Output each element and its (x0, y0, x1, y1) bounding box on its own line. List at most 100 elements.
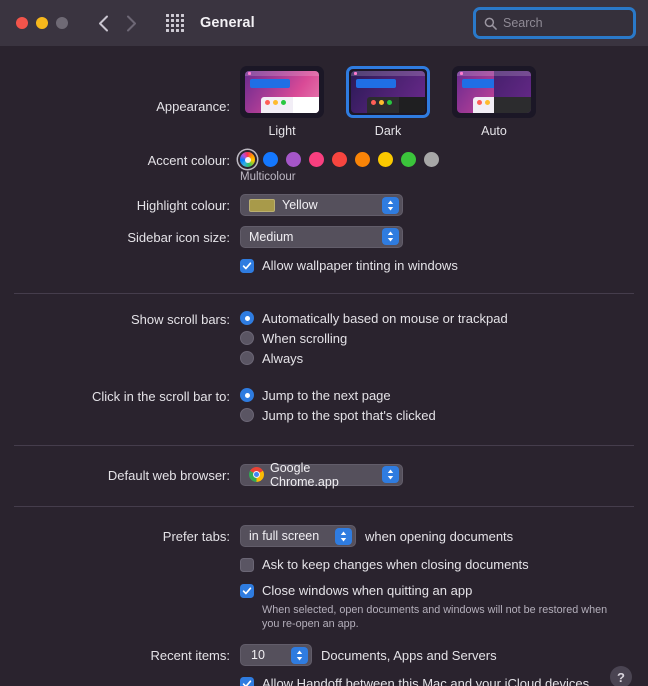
divider (14, 506, 634, 507)
highlight-colour-label: Highlight colour: (136, 198, 230, 213)
ask-keep-changes-label: Ask to keep changes when closing documen… (262, 557, 529, 572)
highlight-colour-select[interactable]: Yellow (240, 194, 403, 216)
wallpaper-tinting-checkbox[interactable] (240, 258, 254, 273)
sidebar-icon-size-select[interactable]: Medium (240, 225, 403, 248)
handoff-row: Allow Handoff between this Mac and your … (0, 666, 648, 686)
close-button[interactable] (16, 17, 28, 29)
appearance-option-auto[interactable]: Auto (452, 66, 536, 138)
sidebar-icon-size-value: Medium (249, 229, 294, 244)
close-windows-checkbox[interactable] (240, 584, 254, 598)
divider (14, 292, 634, 294)
handoff-checkbox[interactable] (240, 677, 254, 686)
radio-jump-next-page[interactable] (240, 388, 254, 402)
chevron-updown-icon[interactable] (382, 228, 399, 245)
divider (14, 444, 634, 446)
sidebar-icon-size-row: Sidebar icon size: Medium (0, 225, 648, 248)
accent-swatch-graphite[interactable] (424, 152, 439, 167)
accent-swatches (240, 152, 648, 167)
highlight-colour-value: Yellow (282, 198, 318, 212)
accent-swatch-pink[interactable] (309, 152, 324, 167)
chevron-updown-icon[interactable] (382, 466, 399, 483)
recent-items-label: Recent items: (150, 648, 230, 663)
radio-jump-spot-clicked[interactable] (240, 408, 254, 422)
handoff-label: Allow Handoff between this Mac and your … (262, 676, 590, 686)
navigation-buttons (92, 12, 142, 34)
page-title: General (200, 15, 255, 31)
recent-items-stepper[interactable]: 10 (240, 644, 312, 666)
scroll-bar-click-row: Click in the scroll bar to: Jump to the … (0, 388, 648, 428)
scroll-bars-option-automatic[interactable]: Automatically based on mouse or trackpad (240, 311, 648, 326)
zoom-button (56, 17, 68, 29)
default-browser-value: Google Chrome.app (270, 460, 339, 489)
help-button[interactable]: ? (610, 666, 632, 686)
appearance-thumb-light[interactable] (240, 66, 324, 118)
appearance-option-light[interactable]: Light (240, 66, 324, 138)
ask-keep-changes-row: Ask to keep changes when closing documen… (0, 547, 648, 573)
show-all-grid-icon[interactable] (166, 14, 184, 32)
traffic-light-controls (16, 17, 68, 29)
prefer-tabs-label: Prefer tabs: (162, 529, 230, 544)
prefer-tabs-select[interactable]: in full screen (240, 525, 356, 547)
appearance-caption-auto: Auto (481, 124, 507, 138)
accent-swatch-yellow[interactable] (378, 152, 393, 167)
ask-keep-changes-checkbox-row[interactable]: Ask to keep changes when closing documen… (240, 557, 648, 573)
appearance-caption-dark: Dark (374, 124, 402, 138)
accent-colour-row: Accent colour: Multicolour (0, 152, 648, 183)
scroll-click-label-spot-clicked: Jump to the spot that's clicked (262, 407, 436, 423)
close-windows-label: Close windows when quitting an app (262, 583, 473, 598)
accent-swatch-blue[interactable] (263, 152, 278, 167)
appearance-thumb-auto[interactable] (452, 66, 536, 118)
scroll-click-option-spot-clicked[interactable]: Jump to the spot that's clicked (240, 408, 648, 423)
scroll-bars-option-when-scrolling[interactable]: When scrolling (240, 331, 648, 346)
default-browser-select[interactable]: Google Chrome.app (240, 460, 403, 489)
accent-swatch-green[interactable] (401, 152, 416, 167)
wallpaper-tinting-checkbox-row[interactable]: Allow wallpaper tinting in windows (240, 258, 648, 274)
search-field[interactable] (473, 7, 648, 39)
chrome-icon (249, 467, 264, 482)
window-titlebar: General (0, 0, 648, 46)
show-scroll-bars-label: Show scroll bars: (131, 311, 230, 327)
scroll-bar-click-label: Click in the scroll bar to: (92, 388, 230, 404)
scroll-click-label-next-page: Jump to the next page (262, 387, 391, 403)
handoff-checkbox-row[interactable]: Allow Handoff between this Mac and your … (240, 676, 648, 686)
search-input[interactable] (503, 16, 648, 30)
wallpaper-tinting-row: Allow wallpaper tinting in windows (0, 248, 648, 274)
prefer-tabs-suffix: when opening documents (365, 528, 514, 544)
highlight-colour-row: Highlight colour: Yellow (0, 194, 648, 217)
stepper-updown-icon[interactable] (291, 646, 308, 664)
recent-items-value: 10 (251, 648, 265, 662)
chevron-updown-icon[interactable] (335, 527, 352, 545)
prefer-tabs-row: Prefer tabs: in full screen when opening… (0, 525, 648, 547)
accent-colour-label: Accent colour: (147, 153, 230, 168)
recent-items-row: Recent items: 10 Documents, Apps and Ser… (0, 644, 648, 666)
appearance-options: Light Dark Auto (240, 66, 648, 138)
close-windows-checkbox-row[interactable]: Close windows when quitting an app (240, 583, 648, 599)
radio-automatic[interactable] (240, 311, 254, 325)
preferences-content: Appearance: Light Dark Auto Accent colou… (0, 66, 648, 686)
forward-chevron-icon (120, 12, 142, 34)
appearance-option-dark[interactable]: Dark (346, 66, 430, 138)
radio-always[interactable] (240, 351, 254, 365)
back-chevron-icon[interactable] (92, 12, 114, 34)
appearance-thumb-dark[interactable] (346, 66, 430, 118)
scroll-bars-label-when-scrolling: When scrolling (262, 330, 348, 346)
chevron-updown-icon[interactable] (382, 196, 399, 214)
appearance-row: Appearance: Light Dark Auto (0, 66, 648, 138)
minimize-button[interactable] (36, 17, 48, 29)
accent-swatch-red[interactable] (332, 152, 347, 167)
close-windows-row: Close windows when quitting an app When … (0, 573, 648, 631)
ask-keep-changes-checkbox[interactable] (240, 558, 254, 572)
accent-swatch-orange[interactable] (355, 152, 370, 167)
scroll-bars-label-automatic: Automatically based on mouse or trackpad (262, 310, 508, 326)
appearance-label: Appearance: (156, 99, 230, 114)
accent-swatch-purple[interactable] (286, 152, 301, 167)
recent-items-suffix: Documents, Apps and Servers (321, 647, 497, 663)
scroll-bars-option-always[interactable]: Always (240, 351, 648, 366)
default-browser-row: Default web browser: Google Chrome.app (0, 460, 648, 489)
default-browser-label: Default web browser: (107, 467, 230, 483)
scroll-click-option-next-page[interactable]: Jump to the next page (240, 388, 648, 403)
scroll-bars-label-always: Always (262, 350, 304, 366)
prefer-tabs-value: in full screen (249, 529, 320, 543)
accent-swatch-multicolour[interactable] (240, 152, 255, 167)
radio-when-scrolling[interactable] (240, 331, 254, 345)
